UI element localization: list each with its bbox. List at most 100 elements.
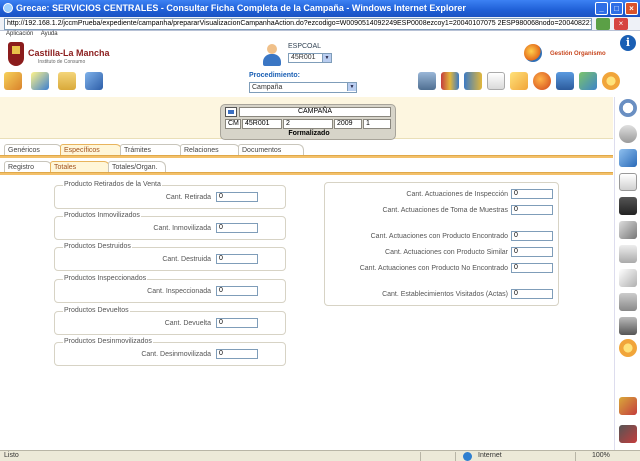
group-legend: Productos Desinmovilizados [63,338,153,345]
notes-icon[interactable] [31,72,49,90]
globe-icon[interactable] [533,72,551,90]
tools-icon[interactable] [619,221,637,239]
field-label: Cant. Actuaciones de Inspección [406,191,508,198]
espcoal-select[interactable]: 45R001 ▼ [288,53,332,63]
gear-icon[interactable] [602,72,620,90]
save-icon[interactable] [85,72,103,90]
document-icon[interactable] [619,173,637,191]
settings-icon[interactable] [619,339,637,357]
brand-logo: Castilla-La Mancha Instituto de Consumo [8,42,128,72]
group-desinmovilizados: Productos Desinmovilizados Cant. Desinmo… [54,338,286,366]
group-legend: Productos Devueltos [63,307,130,314]
internet-explorer-icon [3,3,13,13]
people-icon[interactable] [556,72,574,90]
tractor-icon[interactable] [619,425,637,443]
field-label: Cant. Devuelta [164,320,211,327]
cant-retirada-input[interactable]: 0 [216,192,258,202]
cant-inspeccion-input[interactable]: 0 [511,189,553,199]
field-label: Cant. Actuaciones con Producto Similar [385,249,508,256]
campaign-title: CAMPAÑA [239,107,391,117]
cant-destruida-input[interactable]: 0 [216,254,258,264]
chevron-down-icon[interactable]: ▼ [347,83,356,91]
maximize-button[interactable]: □ [610,2,623,15]
user-icon [262,44,282,68]
group-legend: Producto Retirados de la Venta [63,181,162,188]
print-preview-icon[interactable] [619,317,637,335]
cant-inspeccionada-input[interactable]: 0 [216,286,258,296]
group-legend: Productos Inspeccionados [63,275,148,282]
stop-icon[interactable]: × [614,18,628,30]
group-inspeccionados: Productos Inspeccionados Cant. Inspeccio… [54,275,286,303]
left-toolbar [4,72,103,90]
status-text: Listo [4,452,19,459]
zoom-level[interactable]: 100% [592,451,610,461]
close-button[interactable]: × [625,2,638,15]
cant-devuelta-input[interactable]: 0 [216,318,258,328]
internet-zone-icon [463,452,472,461]
right-toolbar [418,72,620,90]
right-sidebar [614,97,640,450]
campaign-espcoal: 45R001 [242,119,282,129]
field-label: Cant. Inspeccionada [147,288,211,295]
books-icon[interactable] [441,72,459,90]
cant-producto-no-encontrado-input[interactable]: 0 [511,263,553,273]
printer-icon[interactable] [619,245,637,263]
campaign-code-row: CM 45R001 2 2009 1 [225,119,391,129]
cant-desinmovilizada-input[interactable]: 0 [216,349,258,359]
group-retirados: Producto Retirados de la Venta Cant. Ret… [54,181,286,209]
document-icon[interactable] [487,72,505,90]
cant-producto-encontrado-input[interactable]: 0 [511,231,553,241]
group-inmovilizados: Productos Inmovilizados Cant. Inmoviliza… [54,212,286,240]
procedimiento-select[interactable]: Campaña ▼ [249,82,357,93]
group-legend: Productos Inmovilizados [63,212,141,219]
secondary-tab-underline [0,172,613,175]
group-devueltos: Productos Devueltos Cant. Devuelta 0 [54,307,286,335]
field-label: Cant. Destruida [162,256,211,263]
laptop-icon[interactable] [418,72,436,90]
group-legend: Productos Destruidos [63,243,132,250]
mail-icon[interactable] [510,72,528,90]
field-label: Cant. Inmovilizada [153,225,211,232]
magnifier-chart-icon[interactable] [579,72,597,90]
address-bar: http://192.168.1.2/jccmPrueba/expediente… [0,17,640,31]
campaign-number: 2 [283,119,333,129]
gestion-organismo-label: Gestión Organismo [550,51,606,57]
cant-inmovilizada-input[interactable]: 0 [216,223,258,233]
procedimiento-label: Procedimiento: [249,72,300,79]
field-label: Cant. Desinmovilizada [141,351,211,358]
menu-item-aplicacion[interactable]: Aplicación [6,31,33,37]
disk-icon[interactable] [619,197,637,215]
group-destruidos: Productos Destruidos Cant. Destruida 0 [54,243,286,271]
files-icon[interactable] [619,149,637,167]
menu-item-ayuda[interactable]: Ayuda [41,31,58,37]
espcoal-value: 45R001 [291,54,316,61]
field-label: Cant. Actuaciones con Producto Encontrad… [370,233,508,240]
back-icon[interactable] [619,125,637,143]
espcoal-label: ESPCOAL [288,43,322,50]
brand-subtitle: Instituto de Consumo [38,59,86,65]
search-icon[interactable] [619,99,637,117]
gestion-organismo-link[interactable]: Gestión Organismo [524,44,624,64]
cant-establecimientos-input[interactable]: 0 [511,289,553,299]
field-label: Cant. Actuaciones con Producto No Encont… [359,265,508,272]
edit-icon[interactable] [4,72,22,90]
paperclip-icon[interactable] [619,269,637,287]
address-input[interactable]: http://192.168.1.2/jccmPrueba/expediente… [4,18,592,30]
cant-toma-muestras-input[interactable]: 0 [511,205,553,215]
library-icon[interactable] [464,72,482,90]
chevron-down-icon[interactable]: ▼ [322,54,331,62]
minimize-button[interactable]: _ [595,2,608,15]
stamp-icon[interactable] [619,293,637,311]
window-title-bar: Grecae: SERVICIOS CENTRALES - Consultar … [0,0,640,17]
field-label: Cant. Retirada [165,194,211,201]
campaign-summary: CAMPAÑA CM 45R001 2 2009 1 Formalizado [220,104,396,140]
exit-icon[interactable] [619,397,637,415]
status-bar: Listo Internet 100% [0,450,640,461]
brand-name: Castilla-La Mancha [28,48,110,58]
go-icon[interactable] [596,18,610,30]
campaign-code-prefix: CM [225,119,241,129]
campaign-year: 2009 [334,119,362,129]
cant-producto-similar-input[interactable]: 0 [511,247,553,257]
info-icon[interactable]: i [620,35,636,51]
folder-icon[interactable] [58,72,76,90]
